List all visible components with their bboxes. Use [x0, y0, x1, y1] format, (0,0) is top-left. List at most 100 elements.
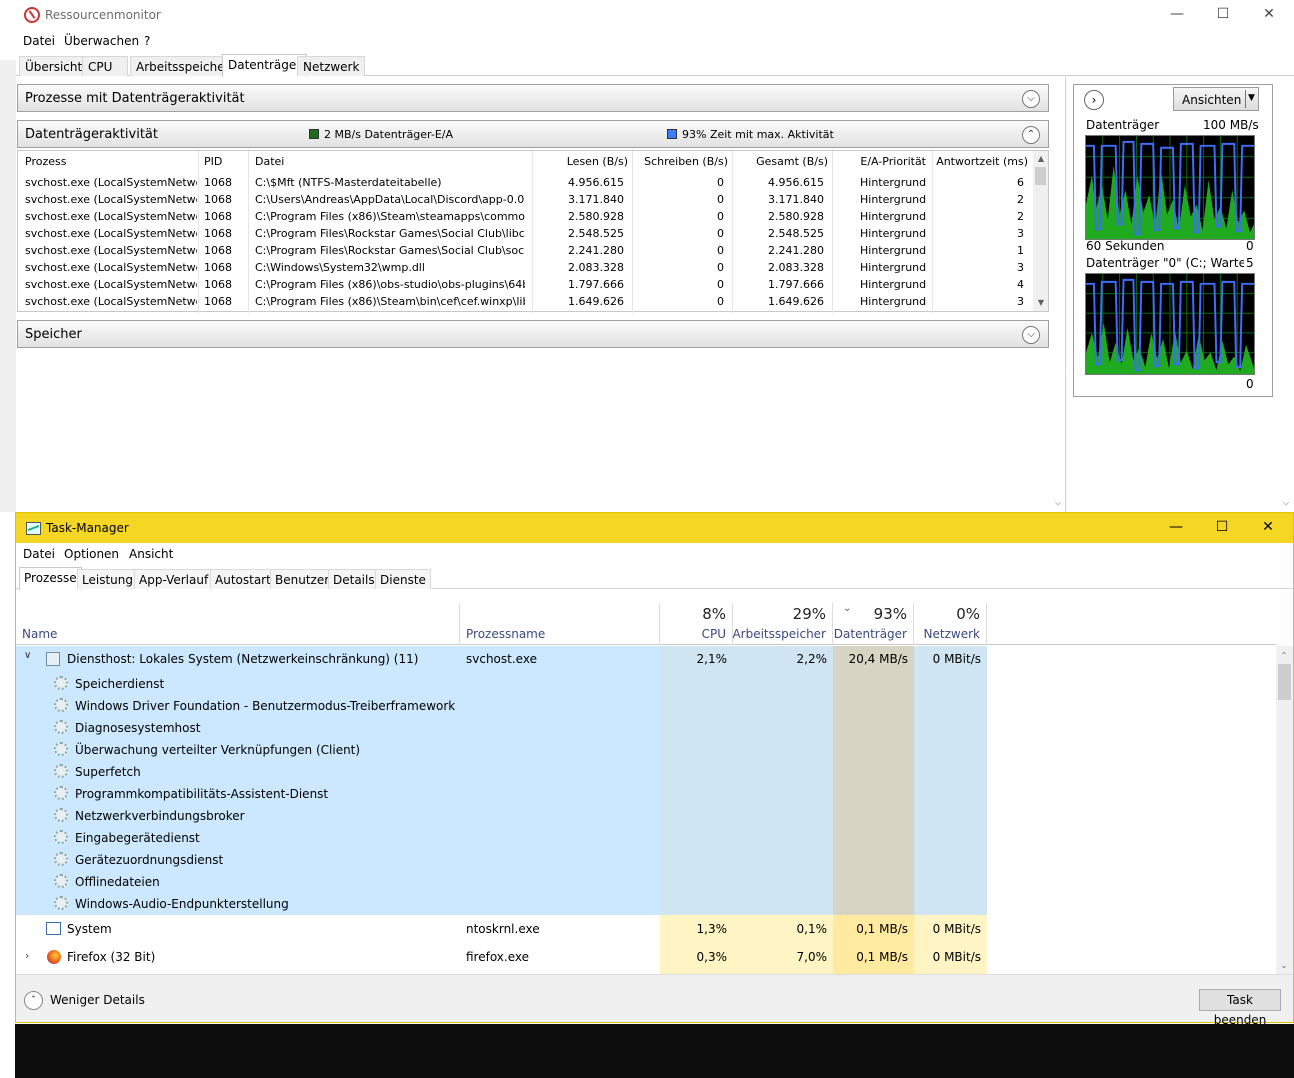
- chevron-down-icon[interactable]: ⌵: [1022, 90, 1040, 108]
- service-row[interactable]: Diagnosesystemhost: [16, 717, 1276, 739]
- cell-process: svchost.exe (LocalSystemNetwo...: [25, 227, 197, 240]
- table-row[interactable]: svchost.exe (LocalSystemNetwo... 1068 C:…: [18, 294, 1034, 311]
- end-task-button[interactable]: Task beenden: [1199, 989, 1281, 1027]
- chevron-down-icon[interactable]: ⌵: [1022, 326, 1040, 344]
- col-procname[interactable]: Prozessname: [460, 603, 660, 645]
- process-table-header: Name Prozessname 8% CPU 29% Arbeitsspeic…: [16, 603, 1276, 645]
- menu-ansicht[interactable]: Ansicht: [129, 547, 173, 561]
- panel-storage[interactable]: Speicher ⌵: [17, 320, 1049, 348]
- service-row[interactable]: Offlinedateien: [16, 871, 1276, 893]
- close-icon[interactable]: ✕: [1245, 513, 1291, 543]
- service-row[interactable]: Speicherdienst: [16, 673, 1276, 695]
- service-row[interactable]: Windows Driver Foundation - Benutzermodu…: [16, 695, 1276, 717]
- tab-netzwerk[interactable]: Netzwerk: [297, 56, 366, 76]
- process-row[interactable]: System ntoskrnl.exe 1,3% 0,1% 0,1 MB/s 0…: [16, 915, 1276, 943]
- table-row[interactable]: svchost.exe (LocalSystemNetwo... 1068 C:…: [18, 192, 1034, 209]
- panel-activity-title: Datenträgeraktivität: [25, 127, 158, 142]
- tab-benutzer[interactable]: Benutzer: [270, 569, 335, 589]
- cell-priority: Hintergrund: [860, 278, 927, 291]
- scroll-down-icon[interactable]: ▼: [1033, 295, 1049, 311]
- scroll-thumb[interactable]: [1278, 664, 1291, 700]
- table-row[interactable]: svchost.exe (LocalSystemNetwo... 1068 C:…: [18, 175, 1034, 192]
- table-row[interactable]: svchost.exe (LocalSystemNetwo... 1068 C:…: [18, 226, 1034, 243]
- chevron-right-icon[interactable]: ›: [25, 949, 29, 962]
- col-disk[interactable]: ⌄ 93% Datenträger: [833, 603, 914, 645]
- service-row[interactable]: Superfetch: [16, 761, 1276, 783]
- scroll-down-icon[interactable]: ⌄: [1276, 958, 1292, 974]
- table-scrollbar[interactable]: ▲ ▼: [1033, 151, 1048, 311]
- service-row[interactable]: Netzwerkverbindungsbroker: [16, 805, 1276, 827]
- scroll-up-icon[interactable]: ⌃: [1276, 648, 1292, 664]
- gear-icon: [54, 896, 68, 910]
- panel-processes-title: Prozesse mit Datenträgeraktivität: [25, 91, 245, 106]
- tab-leistung[interactable]: Leistung: [77, 569, 138, 589]
- service-row[interactable]: Gerätezuordnungsdienst: [16, 849, 1276, 871]
- chevron-up-icon[interactable]: ⌃: [1022, 126, 1040, 144]
- col-memory[interactable]: 29% Arbeitsspeicher: [732, 603, 833, 645]
- cell-total: 3.171.840: [768, 193, 824, 206]
- service-row[interactable]: Überwachung verteilter Verknüpfungen (Cl…: [16, 739, 1276, 761]
- panel-processes-disk[interactable]: Prozesse mit Datenträgeraktivität ⌵: [17, 84, 1049, 112]
- process-row[interactable]: › Firefox (32 Bit) firefox.exe 0,3% 7,0%…: [16, 943, 1276, 971]
- maximize-icon[interactable]: ☐: [1200, 0, 1246, 30]
- chevron-down-icon[interactable]: ∨: [24, 650, 31, 661]
- tab-arbeitsspeicher[interactable]: Arbeitsspeicher: [130, 56, 236, 76]
- col-schreiben[interactable]: Schreiben (B/s): [632, 153, 728, 173]
- col-cpu[interactable]: 8% CPU: [660, 603, 733, 645]
- process-cpu: 0,3%: [696, 950, 728, 964]
- service-row[interactable]: Programmkompatibilitäts-Assistent-Dienst: [16, 783, 1276, 805]
- process-procname: ntoskrnl.exe: [466, 922, 540, 936]
- chevron-right-icon[interactable]: ›: [1084, 90, 1104, 110]
- col-priority[interactable]: E/A-Priorität: [832, 153, 926, 173]
- fewer-details-link[interactable]: Weniger Details: [50, 993, 145, 1007]
- panel-disk-activity[interactable]: Datenträgeraktivität 2 MB/s Datenträger-…: [17, 120, 1049, 148]
- maximize-icon[interactable]: ☐: [1199, 513, 1245, 543]
- menu-help[interactable]: ?: [144, 34, 150, 48]
- service-row[interactable]: Windows-Audio-Endpunkterstellung: [16, 893, 1276, 915]
- dropdown-arrow-icon[interactable]: ▼: [1248, 93, 1255, 103]
- scroll-thumb[interactable]: [1035, 167, 1046, 185]
- col-name[interactable]: Name: [16, 603, 460, 645]
- cell-response: 2: [1017, 210, 1024, 223]
- tab-cpu[interactable]: CPU: [82, 56, 128, 76]
- tab-uebersicht[interactable]: Übersicht: [19, 56, 89, 76]
- minimize-icon[interactable]: —: [1154, 0, 1200, 30]
- process-group-row[interactable]: ∨ Diensthost: Lokales System (Netzwerkei…: [16, 646, 1276, 671]
- tab-autostart[interactable]: Autostart: [210, 569, 276, 589]
- table-row[interactable]: svchost.exe (LocalSystemNetwo... 1068 C:…: [18, 209, 1034, 226]
- menu-ueberwachen[interactable]: Überwachen: [64, 34, 139, 48]
- gear-icon: [54, 786, 68, 800]
- cell-total: 2.241.280: [768, 244, 824, 257]
- col-response[interactable]: Antwortzeit (ms): [932, 153, 1028, 173]
- menu-datei[interactable]: Datei: [23, 34, 55, 48]
- scroll-up-icon[interactable]: ▲: [1033, 151, 1049, 167]
- col-pid[interactable]: PID: [204, 153, 222, 173]
- tab-app-verlauf[interactable]: App-Verlauf: [134, 569, 214, 589]
- tab-prozesse[interactable]: Prozesse: [19, 567, 82, 590]
- service-row[interactable]: Eingabegerätedienst: [16, 827, 1276, 849]
- side-scroll-down-icon[interactable]: ⌵: [1278, 495, 1294, 511]
- col-datei[interactable]: Datei: [255, 153, 284, 173]
- process-list-scrollbar[interactable]: ⌃ ⌄: [1276, 646, 1293, 974]
- col-lesen[interactable]: Lesen (B/s): [532, 153, 628, 173]
- minimize-icon[interactable]: —: [1153, 513, 1199, 543]
- table-row[interactable]: svchost.exe (LocalSystemNetwo... 1068 C:…: [18, 260, 1034, 277]
- table-row[interactable]: svchost.exe (LocalSystemNetwo... 1068 C:…: [18, 243, 1034, 260]
- tab-details[interactable]: Details: [328, 569, 380, 589]
- chevron-up-icon[interactable]: ⌃: [24, 991, 43, 1010]
- tab-datentraeger[interactable]: Datenträger: [222, 54, 308, 77]
- table-row[interactable]: svchost.exe (LocalSystemNetwo... 1068 C:…: [18, 277, 1034, 294]
- col-gesamt[interactable]: Gesamt (B/s): [732, 153, 828, 173]
- cell-read: 4.956.615: [568, 176, 624, 189]
- main-scroll-down-icon[interactable]: ⌵: [1050, 495, 1066, 511]
- col-prozess[interactable]: Prozess: [25, 153, 66, 173]
- menu-datei[interactable]: Datei: [23, 547, 55, 561]
- views-button[interactable]: Ansichten ▼: [1173, 87, 1259, 111]
- process-list: ∨ Diensthost: Lokales System (Netzwerkei…: [16, 646, 1276, 974]
- menu-optionen[interactable]: Optionen: [64, 547, 119, 561]
- col-network[interactable]: 0% Netzwerk: [914, 603, 987, 645]
- close-icon[interactable]: ✕: [1246, 0, 1292, 30]
- tab-dienste[interactable]: Dienste: [375, 569, 431, 589]
- cell-file: C:\$Mft (NTFS-Masterdateitabelle): [255, 176, 442, 189]
- service-name: Offlinedateien: [75, 875, 160, 889]
